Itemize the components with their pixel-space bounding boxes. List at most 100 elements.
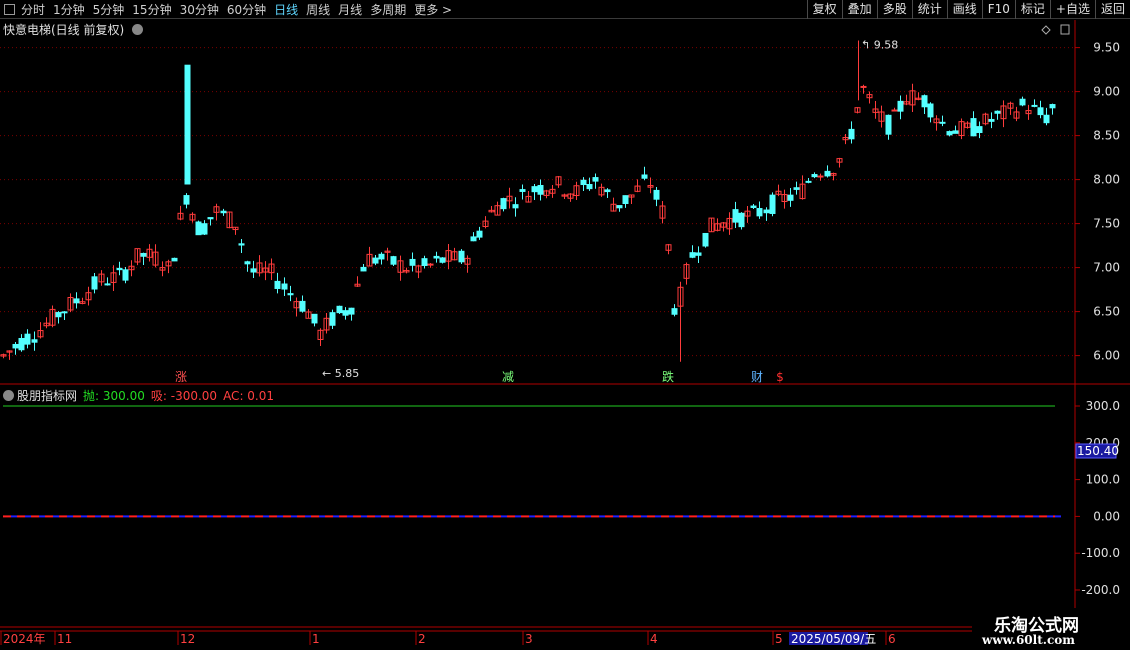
candle-body <box>927 103 934 118</box>
price-tick-label: 9.00 <box>1093 85 1120 99</box>
candle-body <box>805 180 812 183</box>
candle-body <box>244 261 251 265</box>
candle-body <box>622 195 629 205</box>
candle-body <box>769 194 776 214</box>
candle-body <box>238 243 245 246</box>
diamond-icon <box>1041 25 1051 35</box>
candle-body <box>140 252 147 257</box>
candle-body <box>860 85 867 88</box>
candle-body <box>184 64 191 185</box>
candle-body <box>336 305 343 314</box>
candle-body <box>921 95 928 108</box>
price-tick-label: 8.00 <box>1093 173 1120 187</box>
candle-body <box>976 126 983 133</box>
price-tick-label: 8.50 <box>1093 129 1120 143</box>
candle-body <box>18 337 25 351</box>
candle-body <box>592 177 599 182</box>
candle-body <box>994 110 1001 114</box>
candle-body <box>1019 98 1026 106</box>
candle-body <box>891 109 898 112</box>
watermark: 乐淘公式网 www.60lt.com <box>972 608 1130 650</box>
candle-body <box>763 209 770 214</box>
panel-icon <box>1060 24 1070 35</box>
candle-body <box>641 174 648 179</box>
candle-body <box>885 114 892 135</box>
candle-body <box>421 258 428 266</box>
candle-body <box>281 283 288 290</box>
candle-body <box>653 189 660 200</box>
candle-body <box>512 204 519 209</box>
chart-canvas[interactable]: 9.50 9.00 8.50 8.00 7.50 7.00 6.50 6.00 ↰ 9.58 ← … <box>0 0 1130 650</box>
candle-body <box>195 221 202 236</box>
candle-body <box>360 266 367 272</box>
candle-body <box>378 253 385 260</box>
event-marker-4: $ <box>776 370 784 384</box>
candle-body <box>1037 107 1044 116</box>
candle-body <box>519 189 526 192</box>
candle-body <box>824 170 831 177</box>
candle-body <box>848 128 855 140</box>
candle-body <box>427 263 434 266</box>
candle-body <box>311 313 318 324</box>
candle-body <box>897 100 904 112</box>
candle-body <box>433 255 440 259</box>
candle-body <box>348 307 355 315</box>
candle-body <box>171 257 178 262</box>
candle-body <box>409 258 416 266</box>
candle-body <box>372 257 379 264</box>
time-label-8: 6 <box>888 632 896 646</box>
candle-body <box>787 194 794 201</box>
candle-body <box>470 236 477 242</box>
candle-body <box>250 268 257 273</box>
candle-body <box>1031 104 1038 107</box>
candle-body <box>61 311 68 314</box>
candle-body <box>342 310 349 316</box>
price-tick-label: 6.50 <box>1093 305 1120 319</box>
time-label-6: 4 <box>650 632 658 646</box>
candle-body <box>220 210 227 214</box>
candle-body <box>73 298 80 304</box>
indicator-tick-label: -100.0 <box>1081 546 1120 560</box>
candle-body <box>946 131 953 136</box>
low-price-label: ← 5.85 <box>322 367 359 380</box>
candle-body <box>756 208 763 217</box>
candle-body <box>287 293 294 296</box>
cursor-value: 150.40 <box>1077 444 1119 458</box>
candle-body <box>55 312 62 318</box>
cursor-date: 2025/05/09/五 <box>791 632 876 646</box>
time-label-7: 5 <box>775 632 783 646</box>
candle-body <box>817 175 824 178</box>
candle-body <box>689 252 696 258</box>
time-label-2: 12 <box>180 632 195 646</box>
watermark-line2: www.60lt.com <box>982 633 1075 647</box>
candle-body <box>329 312 336 326</box>
candle-body <box>671 308 678 315</box>
indicator-tick-label: 100.0 <box>1086 473 1120 487</box>
candle-body <box>988 118 995 122</box>
candle-body <box>274 280 281 289</box>
candle-body <box>24 333 31 345</box>
time-label-3: 1 <box>312 632 320 646</box>
candle-body <box>537 184 544 195</box>
candle-body <box>1043 114 1050 124</box>
candle-body <box>580 179 587 186</box>
time-label-0: 2024年 <box>3 632 46 646</box>
candle-body <box>738 212 745 228</box>
candle-body <box>390 256 397 265</box>
high-price-label: ↰ 9.58 <box>861 39 898 52</box>
price-tick-label: 7.00 <box>1093 261 1120 275</box>
candle-body <box>811 174 818 178</box>
time-label-5: 3 <box>525 632 533 646</box>
candle-body <box>793 187 800 190</box>
indicator-tick-label: 0.00 <box>1093 509 1120 523</box>
candle-body <box>458 250 465 263</box>
candle-body <box>531 186 538 193</box>
indicator-tick-label: -200.0 <box>1081 583 1120 597</box>
candle-body <box>702 232 709 247</box>
price-tick-label: 7.50 <box>1093 217 1120 231</box>
candle-body <box>476 230 483 238</box>
candle-body <box>201 223 208 235</box>
candle-body <box>732 209 739 223</box>
candle-body <box>952 130 959 134</box>
event-marker-3: 财 <box>751 370 763 384</box>
